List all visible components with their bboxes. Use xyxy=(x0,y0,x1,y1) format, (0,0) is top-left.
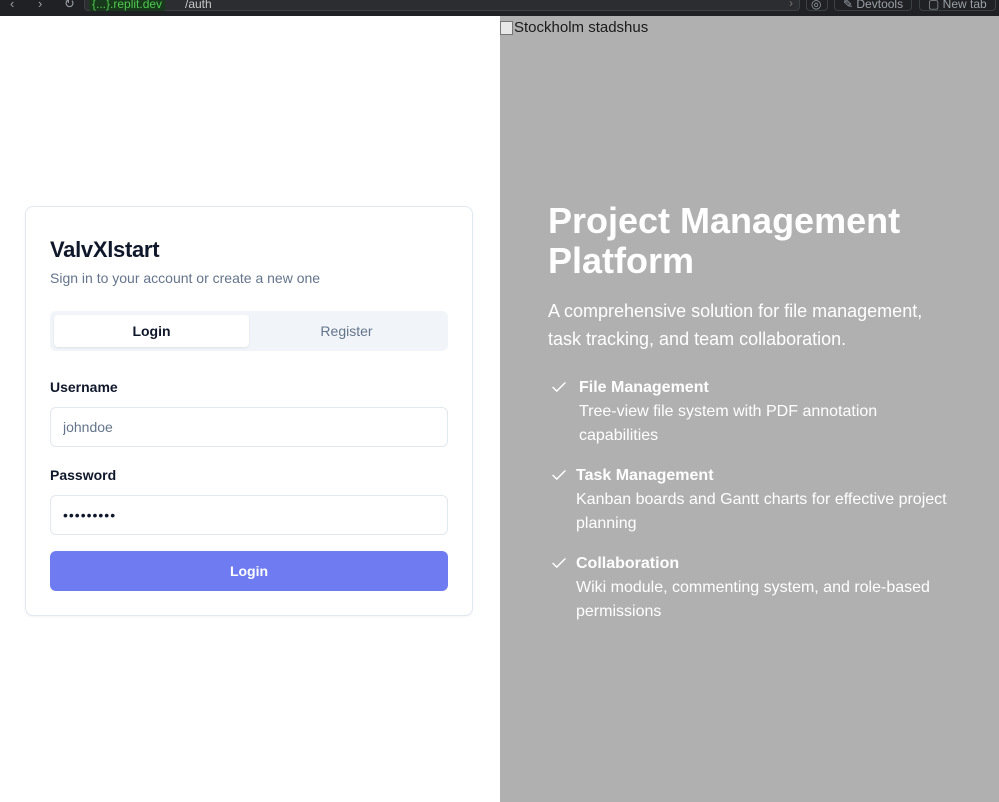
url-path: /auth xyxy=(185,0,212,11)
feature-title: File Management xyxy=(579,379,709,396)
reload-icon[interactable]: ↻ xyxy=(64,0,75,12)
devtools-button[interactable]: ✎ Devtools xyxy=(834,0,913,11)
feature-title: Collaboration xyxy=(576,555,680,572)
broken-image-icon xyxy=(500,20,513,35)
address-bar[interactable]: {...}.replit.dev /auth › xyxy=(84,0,800,11)
password-label: Password xyxy=(50,467,117,483)
auth-card: ValvXlstart Sign in to your account or c… xyxy=(25,206,473,616)
devtools-label: Devtools xyxy=(856,0,904,11)
hero-image: Stockholm stadshus xyxy=(500,19,648,36)
feature-description: Wiki module, commenting system, and role… xyxy=(576,579,930,620)
username-input[interactable] xyxy=(50,407,448,447)
url-domain: {...}.replit.dev xyxy=(89,0,166,11)
back-icon[interactable]: ‹ xyxy=(10,0,14,11)
feature-description: Kanban boards and Gantt charts for effec… xyxy=(576,491,947,532)
hero-panel: Stockholm stadshus Project Management Pl… xyxy=(500,16,999,802)
tab-login[interactable]: Login xyxy=(54,315,249,347)
tab-register[interactable]: Register xyxy=(249,315,444,347)
username-label: Username xyxy=(50,379,118,395)
hero-image-alt: Stockholm stadshus xyxy=(514,19,649,36)
hero-description: A comprehensive solution for file manage… xyxy=(548,301,923,349)
feature-title: Task Management xyxy=(576,467,714,484)
go-icon[interactable]: › xyxy=(789,0,793,10)
new-tab-label: New tab xyxy=(942,0,987,11)
auth-subtitle: Sign in to your account or create a new … xyxy=(50,270,321,286)
app-title: ValvXlstart xyxy=(50,237,160,262)
hero-title: Project Management Platform xyxy=(548,200,901,281)
login-button[interactable]: Login xyxy=(50,551,448,591)
password-input[interactable]: ••••••••• xyxy=(50,495,448,535)
new-tab-button[interactable]: ▢ New tab xyxy=(919,0,996,11)
browser-toolbar: ‹ › ↻ {...}.replit.dev /auth › ◎ ✎ Devto… xyxy=(0,0,999,16)
check-icon xyxy=(552,558,566,568)
auth-tabs: Login Register xyxy=(50,311,448,351)
feature-description: Tree-view file system with PDF annotatio… xyxy=(579,403,878,444)
forward-icon[interactable]: › xyxy=(38,0,42,11)
auth-pane: ValvXlstart Sign in to your account or c… xyxy=(0,16,500,802)
extension-icon[interactable]: ◎ xyxy=(806,0,828,11)
check-icon xyxy=(552,382,566,392)
check-icon xyxy=(552,470,566,480)
